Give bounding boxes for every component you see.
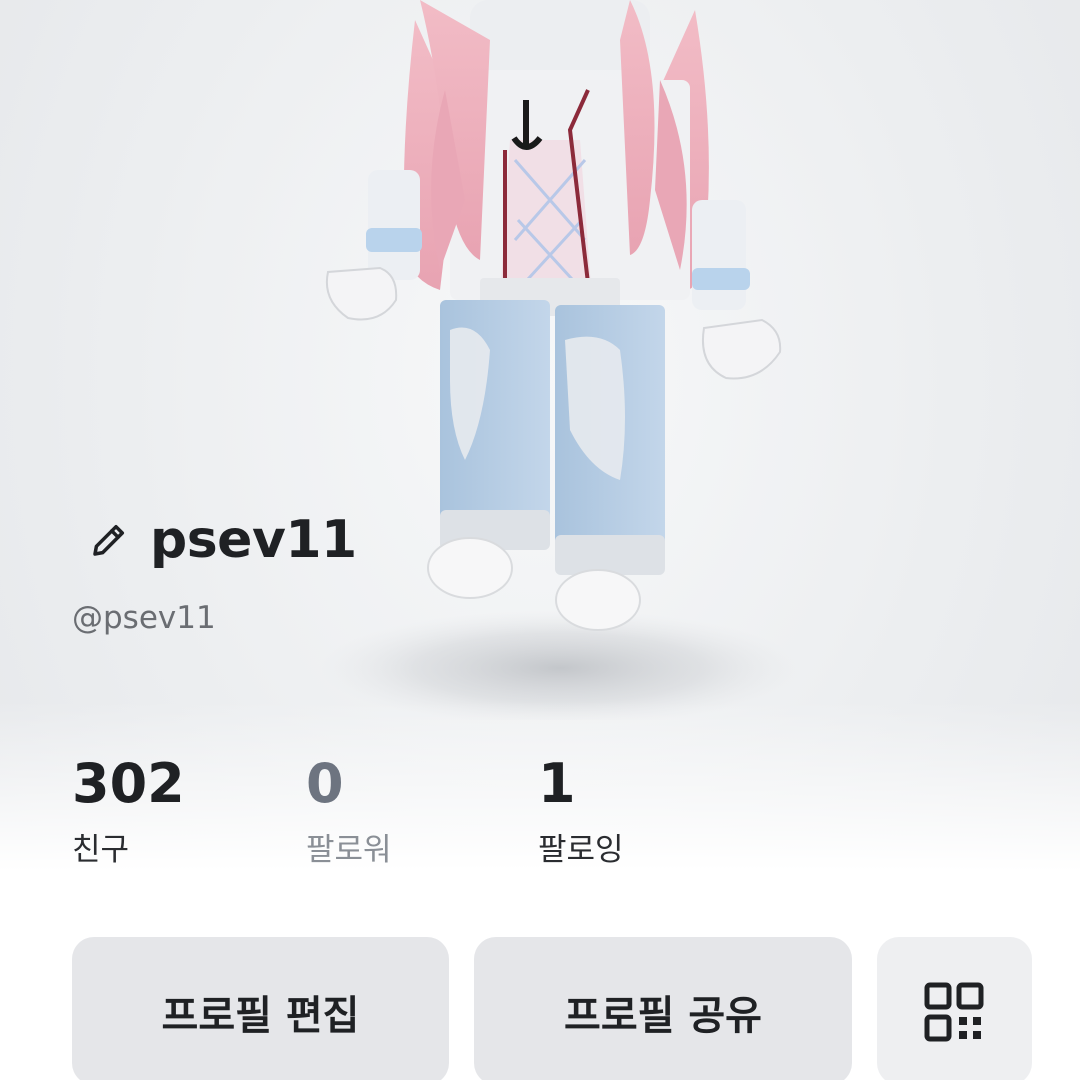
- username-handle: @psev11: [72, 600, 216, 636]
- avatar-3d-render: [300, 0, 820, 720]
- friends-stat[interactable]: 302 친구: [72, 752, 185, 872]
- edit-profile-button[interactable]: 프로필 편집: [72, 937, 449, 1080]
- following-count: 1: [538, 752, 576, 815]
- friends-count: 302: [72, 752, 185, 815]
- followers-count: 0: [306, 752, 344, 815]
- qr-code-icon: [924, 982, 984, 1042]
- followers-stat[interactable]: 0 팔로워: [306, 752, 392, 872]
- friends-label: 친구: [72, 832, 130, 868]
- display-name: psev11: [150, 510, 357, 570]
- following-stat[interactable]: 1 팔로잉: [538, 752, 624, 872]
- qr-code-button[interactable]: [877, 937, 1032, 1080]
- following-label: 팔로잉: [538, 832, 624, 868]
- share-profile-button[interactable]: 프로필 공유: [474, 937, 852, 1080]
- display-name-row[interactable]: psev11: [88, 508, 357, 572]
- pencil-icon[interactable]: [88, 519, 130, 561]
- profile-page: psev11 @psev11 302 친구 0 팔로워 1 팔로잉 프로필 편집…: [0, 0, 1080, 1080]
- followers-label: 팔로워: [306, 832, 392, 868]
